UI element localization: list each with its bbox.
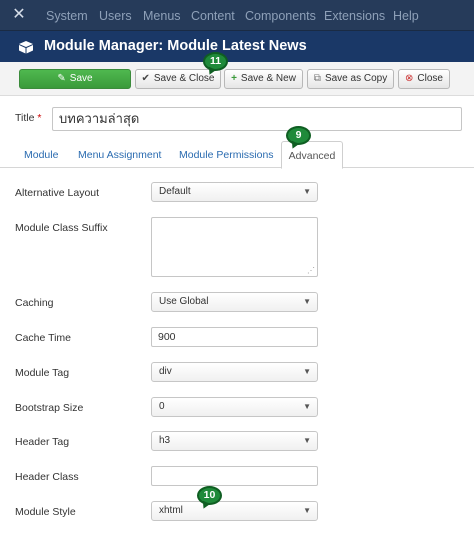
module-tag-select[interactable]: div ▼ xyxy=(151,362,318,382)
cube-icon xyxy=(19,41,33,54)
title-input[interactable]: บทความล่าสุด xyxy=(52,107,462,131)
chevron-down-icon: ▼ xyxy=(303,367,311,376)
title-label-text: Title xyxy=(15,112,35,124)
chevron-down-icon: ▼ xyxy=(303,436,311,445)
save-label: Save xyxy=(69,73,93,84)
menu-menus[interactable]: Menus xyxy=(143,9,181,23)
annotation-badge-9: 9 xyxy=(286,126,311,145)
annotation-badge-11: 11 xyxy=(203,52,228,71)
bootstrap-size-select[interactable]: 0 ▼ xyxy=(151,397,318,417)
title-label: Title * xyxy=(15,112,41,124)
menu-content[interactable]: Content xyxy=(191,9,235,23)
module-tag-label: Module Tag xyxy=(15,367,70,379)
page-header: Module Manager: Module Latest News xyxy=(0,31,474,62)
annotation-badge-10: 10 xyxy=(197,486,222,505)
module-tag-value: div xyxy=(159,366,172,377)
cache-time-input[interactable]: 900 xyxy=(151,327,318,347)
module-style-label: Module Style xyxy=(15,506,76,518)
check-icon: ✔ xyxy=(141,73,150,84)
module-style-value: xhtml xyxy=(159,505,183,516)
alt-layout-select[interactable]: Default ▼ xyxy=(151,182,318,202)
header-class-input[interactable] xyxy=(151,466,318,486)
plus-icon: + xyxy=(231,73,237,84)
save-button[interactable]: ✎ Save xyxy=(19,69,131,89)
close-label: Close xyxy=(417,73,443,84)
header-tag-select[interactable]: h3 ▼ xyxy=(151,431,318,451)
cache-time-label: Cache Time xyxy=(15,332,72,344)
joomla-icon[interactable]: ✕ xyxy=(10,6,28,24)
save-new-label: Save & New xyxy=(240,73,296,84)
alt-layout-value: Default xyxy=(159,186,191,197)
class-suffix-textarea[interactable]: ⋰ xyxy=(151,217,318,277)
bootstrap-size-label: Bootstrap Size xyxy=(15,402,84,414)
tab-module[interactable]: Module xyxy=(24,149,58,161)
class-suffix-label: Module Class Suffix xyxy=(15,222,108,234)
alt-layout-label: Alternative Layout xyxy=(15,187,100,199)
caching-value: Use Global xyxy=(159,296,209,307)
save-close-label: Save & Close xyxy=(153,73,215,84)
tab-menu-assignment[interactable]: Menu Assignment xyxy=(78,149,161,161)
close-icon: ⊗ xyxy=(405,73,414,84)
menu-help[interactable]: Help xyxy=(393,9,419,23)
chevron-down-icon: ▼ xyxy=(303,187,311,196)
chevron-down-icon: ▼ xyxy=(303,297,311,306)
caching-label: Caching xyxy=(15,297,54,309)
toolbar: ✎ Save ✔ Save & Close + Save & New ⧉ Save as… xyxy=(0,62,474,96)
menu-users[interactable]: Users xyxy=(99,9,132,23)
save-copy-button[interactable]: ⧉ Save as Copy xyxy=(307,69,394,89)
resize-handle-icon[interactable]: ⋰ xyxy=(307,266,315,275)
copy-icon: ⧉ xyxy=(313,73,321,84)
header-tag-label: Header Tag xyxy=(15,436,70,448)
chevron-down-icon: ▼ xyxy=(303,402,311,411)
tab-module-permissions[interactable]: Module Permissions xyxy=(179,149,274,161)
menu-extensions[interactable]: Extensions xyxy=(324,9,385,23)
module-style-select[interactable]: xhtml ▼ xyxy=(151,501,318,521)
save-copy-label: Save as Copy xyxy=(324,73,388,84)
menu-system[interactable]: System xyxy=(46,9,88,23)
caching-select[interactable]: Use Global ▼ xyxy=(151,292,318,312)
header-tag-value: h3 xyxy=(159,435,171,446)
header-class-label: Header Class xyxy=(15,471,79,483)
menu-components[interactable]: Components xyxy=(245,9,316,23)
page-title: Module Manager: Module Latest News xyxy=(44,38,307,54)
save-new-button[interactable]: + Save & New xyxy=(224,69,303,89)
edit-icon: ✎ xyxy=(57,73,66,84)
tab-bar: Module Menu Assignment Module Permission… xyxy=(0,141,474,169)
bootstrap-size-value: 0 xyxy=(159,401,165,412)
close-button[interactable]: ⊗ Close xyxy=(398,69,450,89)
chevron-down-icon: ▼ xyxy=(303,506,311,515)
required-marker: * xyxy=(37,112,42,124)
top-navbar: ✕ System Users Menus Content Components … xyxy=(0,0,474,31)
